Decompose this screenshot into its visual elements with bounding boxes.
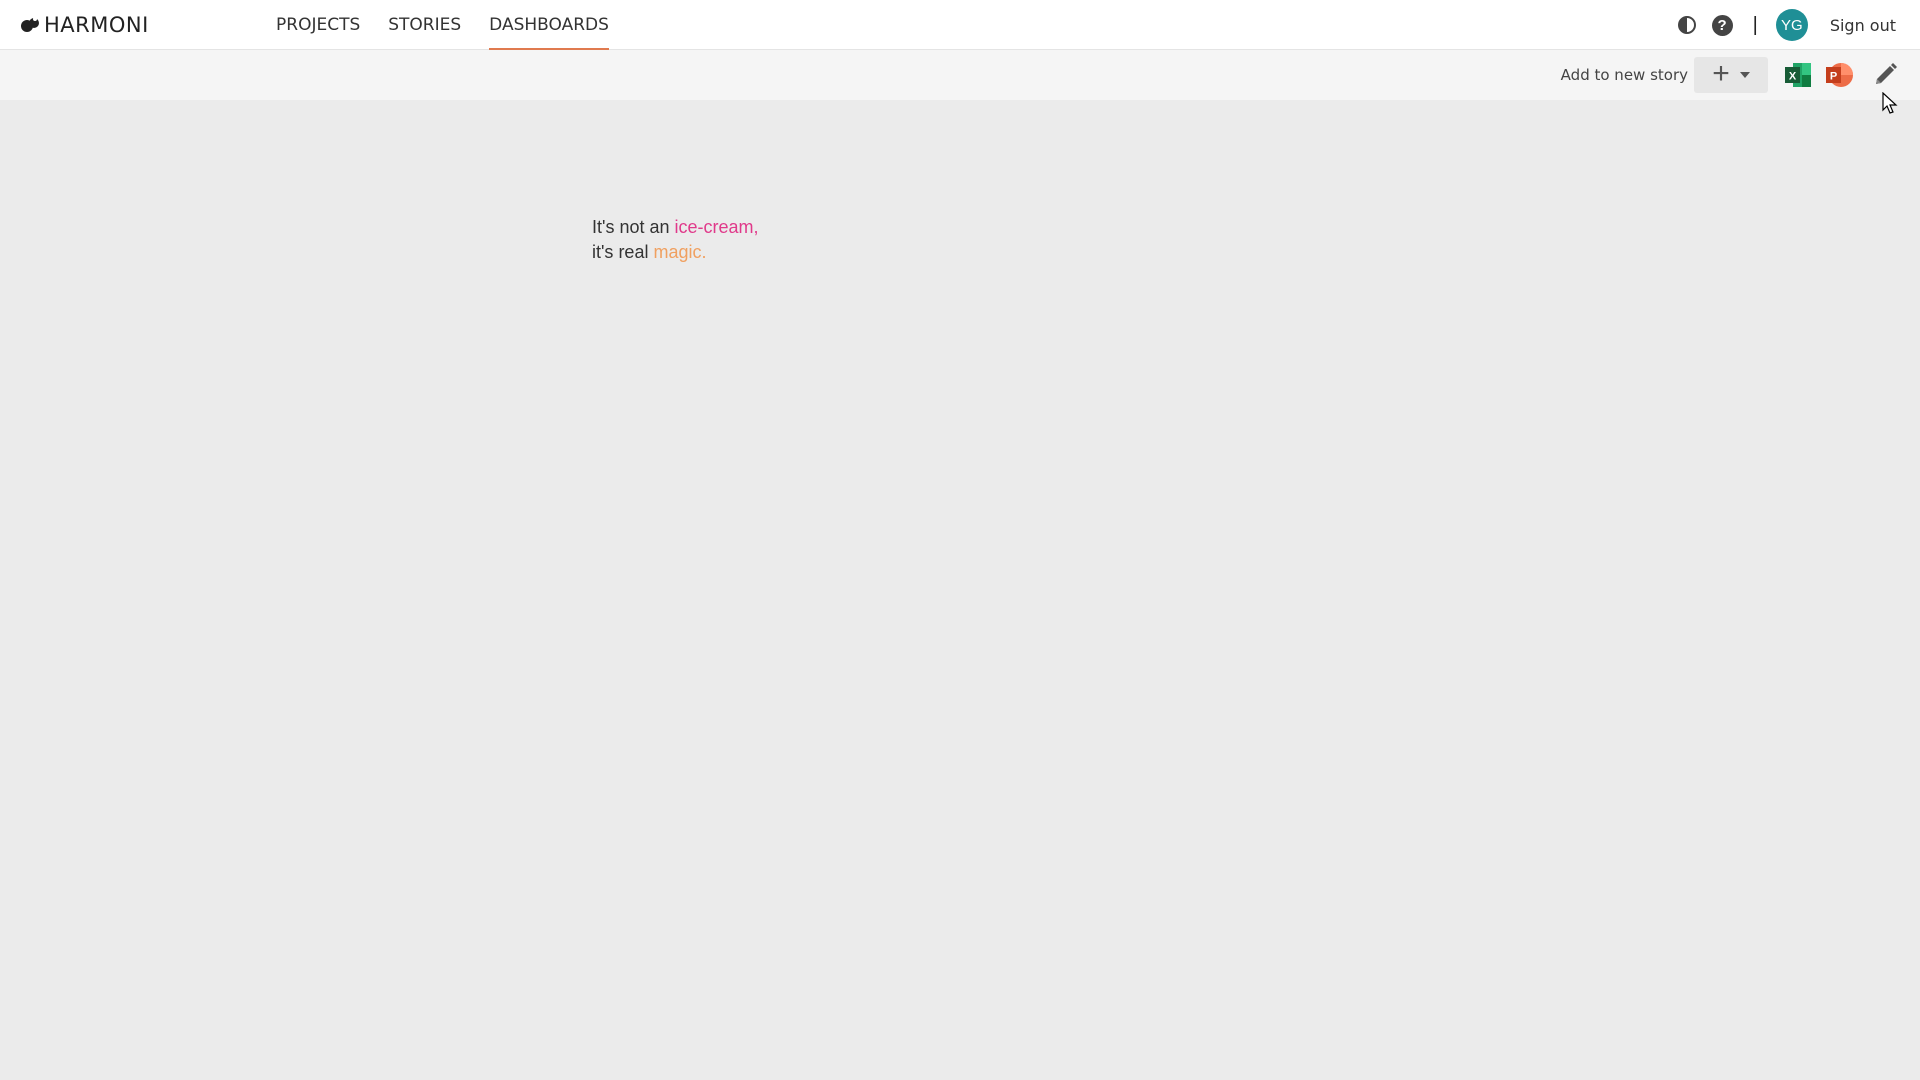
header-actions: ? | YG Sign out bbox=[1676, 0, 1896, 50]
tagline-line-1: It's not an ice-cream, bbox=[592, 215, 759, 240]
powerpoint-letter: P bbox=[1830, 71, 1837, 83]
header-separator: | bbox=[1752, 13, 1758, 36]
contrast-icon[interactable] bbox=[1676, 14, 1698, 36]
excel-letter: X bbox=[1789, 71, 1797, 83]
sign-out-link[interactable]: Sign out bbox=[1830, 16, 1896, 35]
harmoni-logo[interactable]: HARMONI bbox=[20, 13, 149, 37]
main-nav: PROJECTS STORIES DASHBOARDS bbox=[262, 0, 623, 50]
tagline-line-2-prefix: it's real bbox=[592, 242, 649, 262]
brand-name: HARMONI bbox=[44, 13, 149, 37]
nav-dashboards[interactable]: DASHBOARDS bbox=[475, 0, 623, 50]
nav-stories[interactable]: STORIES bbox=[374, 0, 475, 50]
add-to-story-button[interactable]: + bbox=[1694, 57, 1768, 93]
logo-mark-icon bbox=[21, 17, 39, 32]
mouse-cursor-icon bbox=[1882, 92, 1898, 114]
tagline-highlight-magic: magic. bbox=[653, 242, 707, 262]
top-navigation-bar: HARMONI PROJECTS STORIES DASHBOARDS ? | … bbox=[0, 0, 1920, 50]
help-icon[interactable]: ? bbox=[1711, 14, 1733, 36]
dashboard-toolbar: Add to new story + X P bbox=[0, 50, 1920, 100]
dashboard-canvas: It's not an ice-cream, it's real magic. bbox=[0, 100, 1920, 1080]
tagline-line-2: it's real magic. bbox=[592, 240, 759, 265]
pencil-icon[interactable] bbox=[1872, 62, 1898, 88]
add-to-new-story-label: Add to new story bbox=[1560, 66, 1688, 84]
nav-projects[interactable]: PROJECTS bbox=[262, 0, 374, 50]
excel-icon[interactable]: X bbox=[1784, 62, 1812, 88]
caret-down-icon bbox=[1739, 72, 1750, 78]
powerpoint-icon[interactable]: P bbox=[1824, 61, 1854, 89]
tagline-text: It's not an ice-cream, it's real magic. bbox=[592, 215, 759, 265]
avatar[interactable]: YG bbox=[1775, 9, 1808, 41]
tagline-line-1-prefix: It's not an bbox=[592, 217, 670, 237]
plus-icon: + bbox=[1712, 56, 1730, 90]
toolbar-actions: Add to new story + X P bbox=[1561, 50, 1920, 100]
tagline-highlight-ice-cream: ice-cream, bbox=[674, 217, 759, 237]
